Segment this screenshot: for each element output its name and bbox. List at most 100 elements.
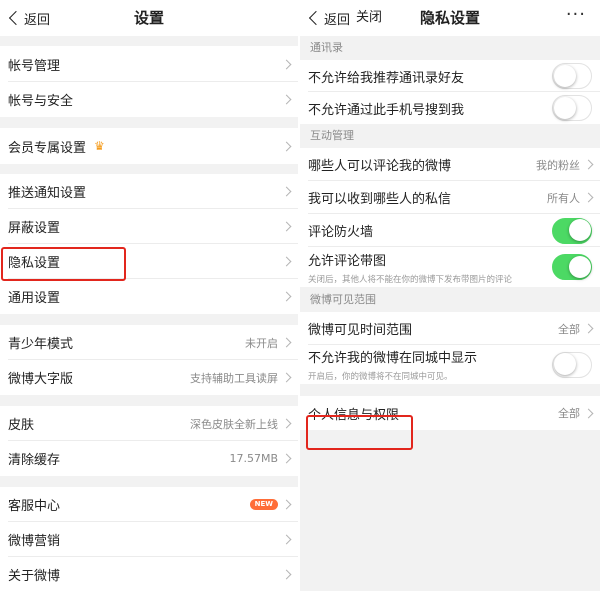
spacer (0, 476, 298, 487)
menu-item-label: 客服中心 (8, 499, 61, 514)
setting-label: 不允许我的微博在同城中显示 (308, 351, 478, 366)
menu-item-youth-mode[interactable]: 青少年模式 未开启 (0, 325, 298, 360)
screens: 返回 设置 帐号管理 帐号与安全 会员专属设置 ♛ 推送通知设置 屏蔽设置 隐私… (0, 0, 600, 591)
chevron-right-icon (583, 323, 594, 334)
chevron-right-icon (281, 186, 292, 197)
spacer (0, 36, 298, 46)
spacer (300, 384, 600, 396)
chevron-right-icon (281, 499, 292, 510)
setting-who-can-comment[interactable]: 哪些人可以评论我的微博 我的粉丝 (300, 148, 600, 181)
setting-who-can-message[interactable]: 我可以收到哪些人的私信 所有人 (300, 181, 600, 214)
section-title-interaction: 互动管理 (300, 124, 600, 148)
setting-no-recommend-contacts: 不允许给我推荐通讯录好友 (300, 60, 600, 92)
menu-item-large-font[interactable]: 微博大字版 支持辅助工具读屏 (0, 360, 298, 395)
more-icon[interactable]: ··· (566, 0, 586, 36)
menu-item-label: 推送通知设置 (8, 186, 87, 201)
chevron-right-icon (281, 372, 292, 383)
chevron-right-icon (281, 256, 292, 267)
setting-label: 个人信息与权限 (308, 407, 400, 423)
privacy-settings-screen: 返回 关闭 隐私设置 ··· 通讯录 不允许给我推荐通讯录好友 不允许通过此手机… (300, 0, 600, 591)
chevron-right-icon (583, 159, 594, 170)
setting-personal-info[interactable]: 个人信息与权限 全部 (300, 396, 600, 430)
setting-hide-in-local: 不允许我的微博在同城中显示 开启后，你的微博将不在同城中可见。 (300, 345, 600, 384)
menu-item-value: 未开启 (245, 336, 278, 350)
setting-value: 所有人 (547, 191, 580, 205)
back-label: 返回 (24, 12, 51, 28)
toggle-switch[interactable] (552, 254, 592, 280)
chevron-right-icon (281, 337, 292, 348)
back-label: 返回 (324, 12, 351, 28)
chevron-right-icon (583, 192, 594, 203)
setting-visible-time-range[interactable]: 微博可见时间范围 全部 (300, 312, 600, 345)
setting-description: 关闭后，其他人将不能在你的微博下发布带图片的评论 (308, 274, 513, 285)
menu-item-value: 支持辅助工具读屏 (190, 371, 278, 385)
spacer (0, 395, 298, 406)
chevron-right-icon (583, 408, 594, 418)
setting-comment-firewall: 评论防火墙 (300, 214, 600, 247)
setting-label: 我可以收到哪些人的私信 (308, 192, 452, 207)
setting-label: 微博可见时间范围 (308, 323, 413, 338)
menu-item-about[interactable]: 关于微博 (0, 557, 298, 591)
menu-item-value: 深色皮肤全新上线 (190, 417, 278, 431)
chevron-right-icon (281, 59, 292, 69)
section-title-visibility: 微博可见范围 (300, 287, 600, 312)
toggle-knob (553, 64, 576, 87)
menu-item-label: 微博大字版 (8, 372, 74, 387)
chevron-right-icon (281, 291, 292, 302)
back-button[interactable]: 返回 (8, 0, 50, 36)
setting-value: 全部 (558, 407, 580, 420)
back-button[interactable]: 返回 (308, 0, 350, 36)
toggle-switch[interactable] (552, 351, 592, 378)
menu-item-label: 屏蔽设置 (8, 221, 61, 236)
spacer (0, 164, 298, 174)
menu-item-privacy-settings[interactable]: 隐私设置 (0, 244, 298, 279)
chevron-right-icon (281, 94, 292, 105)
setting-value: 我的粉丝 (536, 158, 580, 172)
menu-item-general-settings[interactable]: 通用设置 (0, 279, 298, 314)
crown-icon: ♛ (94, 139, 105, 153)
close-button[interactable]: 关闭 (356, 0, 382, 36)
menu-item-member-settings[interactable]: 会员专属设置 ♛ (0, 128, 298, 164)
menu-item-customer-service[interactable]: 客服中心 NEW (0, 487, 298, 522)
menu-item-push-notifications[interactable]: 推送通知设置 (0, 174, 298, 209)
menu-item-label: 通用设置 (8, 291, 61, 306)
toggle-switch[interactable] (552, 95, 592, 121)
toggle-knob (553, 96, 576, 119)
setting-label: 不允许给我推荐通讯录好友 (308, 70, 465, 86)
menu-item-clear-cache[interactable]: 清除缓存 17.57MB (0, 441, 298, 476)
chevron-right-icon (281, 569, 292, 580)
chevron-right-icon (281, 141, 292, 151)
chevron-right-icon (281, 534, 292, 545)
toggle-switch[interactable] (552, 217, 592, 244)
settings-navbar: 返回 设置 (0, 0, 298, 36)
menu-item-label: 帐号管理 (8, 58, 61, 74)
chevron-left-icon (8, 10, 24, 26)
toggle-knob (568, 219, 591, 241)
chevron-right-icon (281, 221, 292, 232)
new-badge: NEW (249, 499, 278, 510)
section-title-contacts: 通讯录 (300, 36, 600, 60)
setting-label: 允许评论带图 (308, 253, 387, 269)
toggle-knob (553, 353, 576, 375)
menu-item-label: 帐号与安全 (8, 94, 74, 109)
setting-text: 不允许我的微博在同城中显示 开启后，你的微博将不在同城中可见。 (308, 347, 477, 382)
menu-item-label: 隐私设置 (8, 256, 61, 271)
menu-item-label: 关于微博 (8, 569, 61, 584)
menu-item-account-management[interactable]: 帐号管理 (0, 46, 298, 82)
setting-no-phone-search: 不允许通过此手机号搜到我 (300, 92, 600, 124)
menu-item-label: 青少年模式 (8, 337, 74, 352)
setting-value: 全部 (558, 322, 580, 336)
menu-item-label: 清除缓存 (8, 453, 61, 468)
spacer (0, 314, 298, 325)
toggle-switch[interactable] (552, 63, 592, 89)
menu-item-label: 皮肤 (8, 418, 35, 433)
menu-item-skin[interactable]: 皮肤 深色皮肤全新上线 (0, 406, 298, 441)
menu-item-marketing[interactable]: 微博营销 (0, 522, 298, 557)
menu-item-account-security[interactable]: 帐号与安全 (0, 82, 298, 117)
menu-item-block-settings[interactable]: 屏蔽设置 (0, 209, 298, 244)
chevron-left-icon (308, 10, 324, 26)
toggle-knob (568, 255, 591, 278)
settings-screen: 返回 设置 帐号管理 帐号与安全 会员专属设置 ♛ 推送通知设置 屏蔽设置 隐私… (0, 0, 298, 591)
privacy-navbar: 返回 关闭 隐私设置 ··· (300, 0, 600, 36)
menu-item-label: 会员专属设置 (8, 140, 87, 156)
